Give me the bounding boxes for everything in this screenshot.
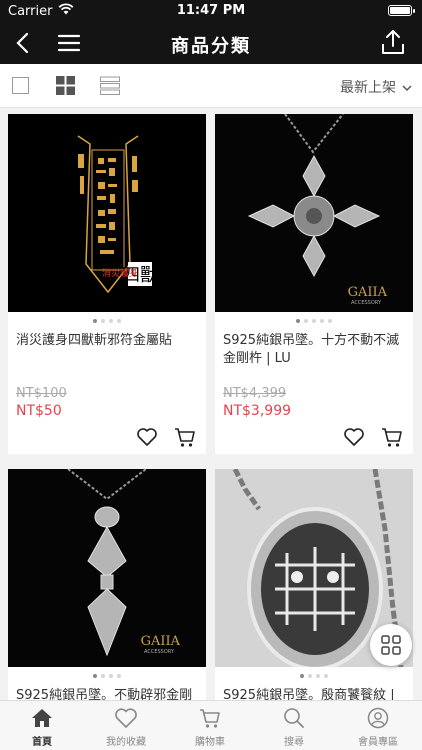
tab-label: 會員專區 [358,737,398,748]
cart-icon [200,709,220,728]
product-image[interactable]: GAIIA ACCESSORY [8,469,206,667]
image-pager-dots [8,667,206,685]
search-icon [284,708,304,728]
sort-label: 最新上架 [340,80,396,96]
product-image[interactable]: 四獸 消災護身 [8,114,206,312]
home-icon [32,709,52,727]
top-bar: Carrier 11:47 PM 商品分類 [0,0,422,64]
tab-label: 我的收藏 [106,737,146,748]
battery-icon [388,5,415,16]
nav-bar: 商品分類 [0,22,422,64]
vajra-pendant-image: GAIIA ACCESSORY [215,114,413,312]
card-actions [343,426,403,450]
grid-icon [381,635,401,655]
tab-member[interactable]: 會員專區 [336,707,420,748]
product-card[interactable]: GAIIA ACCESSORY S925純銀吊墜。十方不動不滅金剛杵 | LU … [215,114,413,454]
share-icon[interactable] [380,28,406,56]
heart-icon [115,708,137,728]
brand-logo-text: GAIIA [348,285,388,300]
image-pager-dots [215,667,413,685]
product-name[interactable]: S925純銀吊墜。十方不動不滅金剛杵 | LU [215,330,413,370]
add-to-cart-icon[interactable] [381,426,403,448]
original-price: NT$100 [16,386,67,401]
tab-favorites[interactable]: 我的收藏 [84,707,168,748]
view-toolbar: 最新上架 [0,64,422,108]
add-to-cart-icon[interactable] [174,426,196,448]
image-caption: 消災護身 [102,267,138,279]
user-icon [367,707,389,729]
product-name[interactable]: S925純銀吊墜。不動辟邪金剛 [8,685,206,700]
brand-logo-text: GAIIA [141,634,181,649]
tab-label: 搜尋 [284,737,304,748]
tab-label: 首頁 [32,737,52,748]
product-card[interactable]: S925純銀吊墜。殷商饕餮紋 | [215,469,413,700]
status-time: 11:47 PM [176,3,246,18]
tab-label: 購物車 [195,737,225,748]
product-name[interactable]: 消災護身四獸斬邪符金屬貼 [8,330,206,370]
grid-view-icon[interactable] [56,76,75,95]
card-actions [136,426,196,450]
product-card[interactable]: 四獸 消災護身 消災護身四獸斬邪符金屬貼 NT$100 NT$50 [8,114,206,454]
tab-search[interactable]: 搜尋 [252,707,336,748]
product-image[interactable]: GAIIA ACCESSORY [215,114,413,312]
product-card[interactable]: GAIIA ACCESSORY S925純銀吊墜。不動辟邪金剛 [8,469,206,700]
tab-home[interactable]: 首頁 [0,707,84,748]
brand-logo-sub: ACCESSORY [351,300,382,306]
select-all-checkbox[interactable] [12,77,29,94]
page-title: 商品分類 [171,36,251,57]
category-grid-button[interactable] [370,624,412,666]
vajra-pendant-image: GAIIA ACCESSORY [8,469,206,667]
status-bar: Carrier 11:47 PM [0,0,422,22]
product-name[interactable]: S925純銀吊墜。殷商饕餮紋 | [215,685,413,700]
brand-logo-sub: ACCESSORY [144,649,175,655]
chevron-down-icon [402,80,412,96]
original-price: NT$4,399 [223,386,287,401]
bottom-tab-bar: 首頁 我的收藏 購物車 搜尋 會員專區 [0,700,422,750]
favorite-heart-icon[interactable] [343,426,365,448]
sale-price: NT$50 [16,403,62,419]
product-grid: 四獸 消災護身 消災護身四獸斬邪符金屬貼 NT$100 NT$50 GAIIA … [0,108,422,700]
tab-cart[interactable]: 購物車 [168,707,252,748]
list-view-icon[interactable] [100,76,120,95]
sort-dropdown[interactable]: 最新上架 [340,77,412,97]
image-pager-dots [215,312,413,330]
image-pager-dots [8,312,206,330]
favorite-heart-icon[interactable] [136,426,158,448]
talisman-image: 四獸 消災護身 [8,114,206,312]
sale-price: NT$3,999 [223,403,292,419]
